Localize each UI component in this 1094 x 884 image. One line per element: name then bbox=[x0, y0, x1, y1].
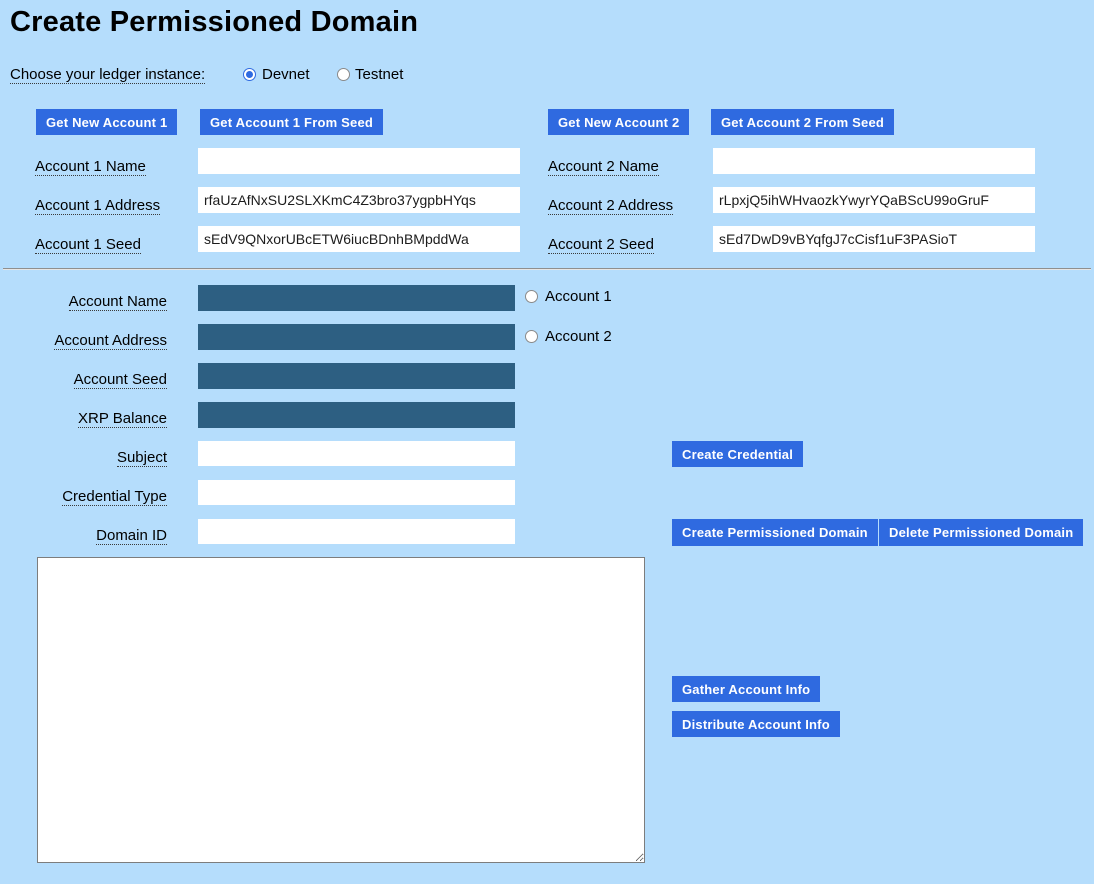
xrp-balance-label: XRP Balance bbox=[0, 410, 167, 428]
account-1-seed-input[interactable] bbox=[198, 226, 520, 252]
results-textarea[interactable] bbox=[37, 557, 645, 863]
account-2-name-label: Account 2 Name bbox=[548, 158, 659, 176]
ledger-instance-label: Choose your ledger instance: bbox=[10, 66, 205, 84]
account-2-name-input[interactable] bbox=[713, 148, 1035, 174]
account-1-name-input[interactable] bbox=[198, 148, 520, 174]
account-seed-field[interactable] bbox=[198, 363, 515, 389]
domain-id-label: Domain ID bbox=[0, 527, 167, 545]
get-new-account-2-button[interactable]: Get New Account 2 bbox=[548, 109, 689, 135]
credential-type-label: Credential Type bbox=[0, 488, 167, 506]
account-2-seed-label: Account 2 Seed bbox=[548, 236, 654, 254]
account-2-address-label: Account 2 Address bbox=[548, 197, 673, 215]
xrp-balance-field[interactable] bbox=[198, 402, 515, 428]
testnet-radio[interactable] bbox=[337, 68, 350, 81]
devnet-radio-label[interactable]: Devnet bbox=[262, 66, 310, 84]
testnet-radio-label[interactable]: Testnet bbox=[355, 66, 403, 84]
account-name-label: Account Name bbox=[0, 293, 167, 311]
get-new-account-1-button[interactable]: Get New Account 1 bbox=[36, 109, 177, 135]
get-account-2-from-seed-button[interactable]: Get Account 2 From Seed bbox=[711, 109, 894, 135]
account-1-seed-label: Account 1 Seed bbox=[35, 236, 141, 254]
account-2-address-input[interactable] bbox=[713, 187, 1035, 213]
account-address-field[interactable] bbox=[198, 324, 515, 350]
account-1-name-label: Account 1 Name bbox=[35, 158, 146, 176]
gather-account-info-button[interactable]: Gather Account Info bbox=[672, 676, 820, 702]
account-seed-label: Account Seed bbox=[0, 371, 167, 389]
delete-permissioned-domain-button[interactable]: Delete Permissioned Domain bbox=[879, 519, 1083, 546]
account-name-field[interactable] bbox=[198, 285, 515, 311]
credential-type-input[interactable] bbox=[198, 480, 515, 505]
devnet-radio[interactable] bbox=[243, 68, 256, 81]
create-permissioned-domain-page: Create Permissioned Domain Choose your l… bbox=[0, 0, 1094, 884]
account-2-seed-input[interactable] bbox=[713, 226, 1035, 252]
account-2-radio-label[interactable]: Account 2 bbox=[545, 328, 612, 346]
create-credential-button[interactable]: Create Credential bbox=[672, 441, 803, 467]
create-permissioned-domain-button[interactable]: Create Permissioned Domain bbox=[672, 519, 878, 546]
account-2-radio[interactable] bbox=[525, 330, 538, 343]
subject-label: Subject bbox=[0, 449, 167, 467]
get-account-1-from-seed-button[interactable]: Get Account 1 From Seed bbox=[200, 109, 383, 135]
account-1-radio-label[interactable]: Account 1 bbox=[545, 288, 612, 306]
page-title: Create Permissioned Domain bbox=[10, 6, 418, 39]
account-1-address-input[interactable] bbox=[198, 187, 520, 213]
account-1-radio[interactable] bbox=[525, 290, 538, 303]
distribute-account-info-button[interactable]: Distribute Account Info bbox=[672, 711, 840, 737]
account-address-label: Account Address bbox=[0, 332, 167, 350]
section-divider bbox=[3, 268, 1091, 270]
account-1-address-label: Account 1 Address bbox=[35, 197, 160, 215]
subject-input[interactable] bbox=[198, 441, 515, 466]
domain-id-input[interactable] bbox=[198, 519, 515, 544]
